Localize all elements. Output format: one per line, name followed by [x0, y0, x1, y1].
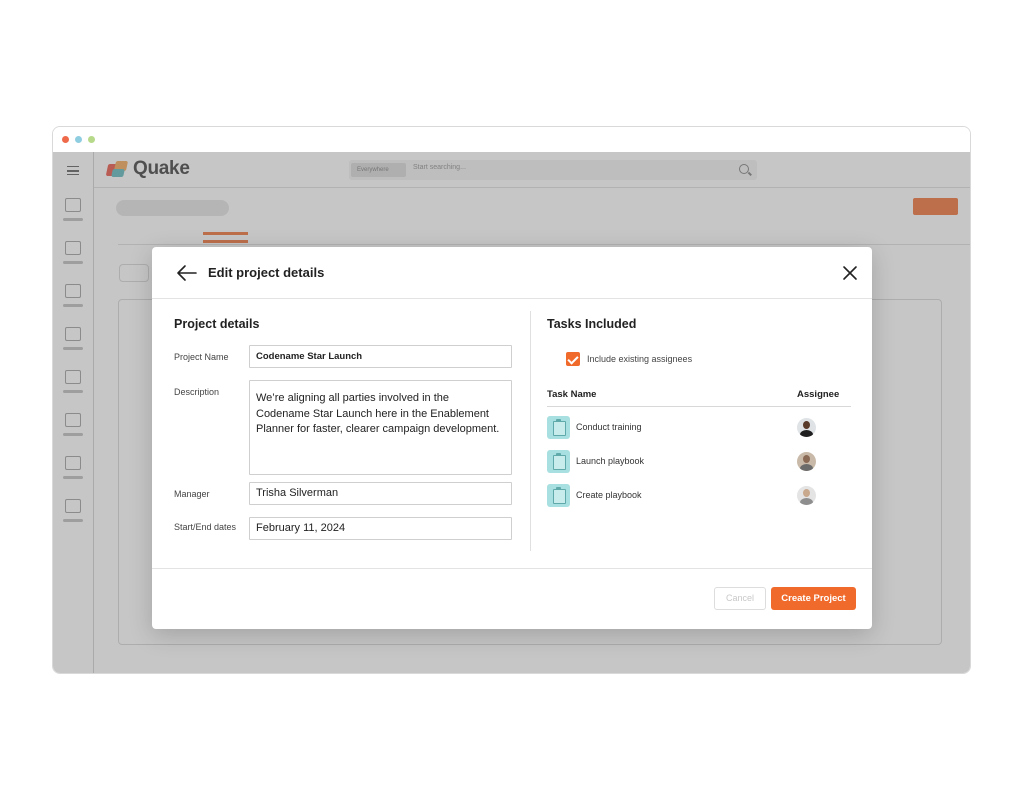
clipboard-icon [547, 416, 570, 439]
clipboard-icon [547, 484, 570, 507]
avatar-icon[interactable] [797, 418, 816, 437]
tasks-section: Tasks Included Include existing assignee… [547, 317, 851, 507]
task-name-header: Task Name [547, 389, 597, 400]
project-details-section: Project details Project Name Codename St… [174, 317, 512, 540]
task-name: Create playbook [576, 490, 642, 500]
tasks-included-title: Tasks Included [547, 317, 637, 331]
task-name: Conduct training [576, 422, 642, 432]
task-row[interactable]: Create playbook [547, 484, 851, 508]
include-assignees-checkbox[interactable] [566, 352, 580, 366]
clipboard-icon [547, 450, 570, 473]
avatar-icon[interactable] [797, 452, 816, 471]
create-project-button[interactable]: Create Project [771, 587, 856, 610]
project-name-label: Project Name [174, 352, 229, 362]
dates-label: Start/End dates [174, 522, 237, 532]
task-row[interactable]: Launch playbook [547, 450, 851, 474]
description-label: Description [174, 387, 220, 397]
close-icon[interactable] [842, 265, 858, 281]
window-close-dot[interactable] [62, 136, 69, 143]
task-row[interactable]: Conduct training [547, 416, 851, 440]
column-divider [530, 311, 531, 551]
project-details-title: Project details [174, 317, 260, 331]
window-minimize-dot[interactable] [75, 136, 82, 143]
modal-title: Edit project details [208, 265, 325, 280]
project-name-input[interactable]: Codename Star Launch [249, 345, 512, 368]
modal-header: Edit project details [152, 247, 872, 299]
assignee-header: Assignee [797, 389, 840, 400]
manager-input[interactable]: Trisha Silverman [249, 482, 512, 505]
include-assignees-label[interactable]: Include existing assignees [587, 354, 692, 364]
browser-chrome [53, 127, 970, 152]
dates-input[interactable]: February 11, 2024 [249, 517, 512, 540]
back-arrow-icon[interactable] [176, 263, 198, 283]
table-header-divider [547, 406, 851, 407]
manager-label: Manager [174, 489, 210, 499]
description-textarea[interactable]: We’re aligning all parties involved in t… [249, 380, 512, 475]
edit-project-modal: Edit project details Project details Pro… [152, 247, 872, 629]
modal-footer: Cancel Create Project [152, 568, 872, 629]
window-maximize-dot[interactable] [88, 136, 95, 143]
avatar-icon[interactable] [797, 486, 816, 505]
cancel-button[interactable]: Cancel [714, 587, 766, 610]
task-name: Launch playbook [576, 456, 645, 466]
